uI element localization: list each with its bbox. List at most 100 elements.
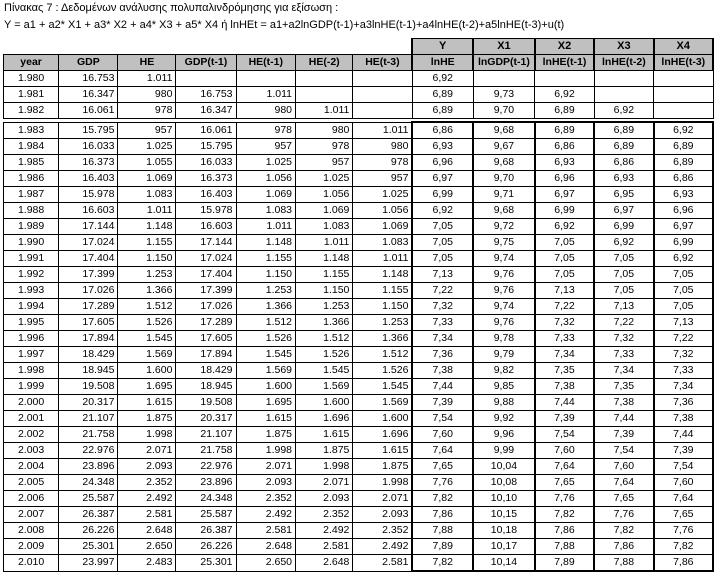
table-cell: 7,32 bbox=[593, 330, 655, 347]
table-cell: 7,34 bbox=[653, 378, 714, 395]
table-cell: 7,86 bbox=[534, 522, 596, 539]
table-cell: 1.011 bbox=[295, 102, 354, 119]
table-cell: 7,88 bbox=[411, 522, 475, 539]
table-cell: 2.352 bbox=[295, 506, 354, 523]
table-cell: 9,82 bbox=[472, 362, 536, 379]
table-cell: 2.003 bbox=[2, 442, 60, 459]
table-cell: 7,88 bbox=[593, 554, 655, 572]
table-cell: 9,78 bbox=[472, 330, 536, 347]
table-row: 1.995 17.605 1.526 17.289 1.512 1.366 1.253 7,3… bbox=[2, 314, 714, 331]
variable-label-cell: X3 bbox=[593, 38, 655, 55]
table-cell: 1.545 bbox=[117, 330, 177, 347]
table-cell: 1.155 bbox=[235, 250, 297, 267]
table-row: 1.985 16.373 1.055 16.033 1.025 957 978 6,96 9,6… bbox=[2, 154, 714, 171]
table-cell: 6,89 bbox=[593, 121, 655, 139]
table-cell: 7,32 bbox=[653, 346, 714, 363]
table-cell bbox=[235, 70, 297, 87]
table-cell: 6,97 bbox=[534, 186, 596, 203]
variable-label-cell: X4 bbox=[653, 38, 714, 55]
table-cell: 7,33 bbox=[653, 362, 714, 379]
table-cell: 7,38 bbox=[593, 394, 655, 411]
table-cell: 9,67 bbox=[472, 138, 536, 155]
table-cell: 1.875 bbox=[295, 442, 354, 459]
table-cell: 1.600 bbox=[352, 410, 413, 427]
table-cell: 7,38 bbox=[411, 362, 475, 379]
table-cell: 16.373 bbox=[58, 154, 119, 171]
column-header-cell: lnGDP(t-1) bbox=[472, 54, 536, 71]
table-cell: 1.366 bbox=[235, 298, 297, 315]
table-cell: 7,35 bbox=[593, 378, 655, 395]
table-cell: 6,92 bbox=[653, 121, 714, 139]
table-cell: 9,75 bbox=[472, 234, 536, 251]
table-cell: 7,65 bbox=[534, 474, 596, 491]
table-cell: 24.348 bbox=[175, 490, 237, 507]
table-cell: 26.226 bbox=[175, 538, 237, 555]
table-cell: 17.144 bbox=[175, 234, 237, 251]
table-cell: 17.026 bbox=[175, 298, 237, 315]
table-cell: 7,76 bbox=[534, 490, 596, 507]
table-cell: 7,34 bbox=[411, 330, 475, 347]
table-cell: 6,89 bbox=[534, 102, 595, 119]
table-cell: 1.569 bbox=[235, 362, 297, 379]
table-cell: 2.093 bbox=[235, 474, 297, 491]
column-header-cell: GDP bbox=[58, 54, 119, 71]
table-cell: 16.347 bbox=[58, 86, 119, 103]
table-cell: 19.508 bbox=[175, 394, 237, 411]
table-cell: 18.429 bbox=[175, 362, 237, 379]
table-cell: 1.512 bbox=[117, 298, 177, 315]
table-cell: 1.545 bbox=[295, 362, 354, 379]
table-cell: 9,79 bbox=[472, 346, 536, 363]
table-cell: 7,22 bbox=[593, 314, 655, 331]
table-cell: 1.990 bbox=[2, 234, 60, 251]
table-cell: 7,65 bbox=[653, 506, 714, 523]
table-cell: 1.996 bbox=[2, 330, 60, 347]
table-cell: 7,76 bbox=[411, 474, 475, 491]
table-cell: 2.071 bbox=[295, 474, 354, 491]
table-cell: 7,65 bbox=[593, 490, 655, 507]
table-cell: 1.512 bbox=[352, 346, 413, 363]
table-cell: 1.083 bbox=[295, 218, 354, 235]
table-cell: 7,44 bbox=[411, 378, 475, 395]
table-cell: 6,89 bbox=[653, 154, 714, 171]
table-cell: 9,76 bbox=[472, 282, 536, 299]
table-cell: 1.056 bbox=[352, 202, 413, 219]
table-cell bbox=[534, 70, 595, 87]
table-cell: 1.083 bbox=[117, 186, 177, 203]
blank-cell bbox=[236, 38, 296, 55]
table-caption: Πίνακας 7 : Δεδομένων ανάλυσης πολυπαλιν… bbox=[4, 2, 339, 14]
table-cell: 980 bbox=[295, 121, 354, 139]
table-cell bbox=[295, 86, 354, 103]
table-cell: 7,05 bbox=[653, 298, 714, 315]
table-cell: 1.055 bbox=[117, 154, 177, 171]
table-cell: 6,93 bbox=[653, 186, 714, 203]
table-cell: 9,99 bbox=[472, 442, 536, 459]
table-cell: 1.148 bbox=[117, 218, 177, 235]
table-cell: 2.009 bbox=[2, 538, 60, 555]
table-cell: 1.998 bbox=[235, 442, 297, 459]
column-header-cell: HE bbox=[117, 54, 177, 71]
table-cell: 17.894 bbox=[58, 330, 119, 347]
table-cell: 978 bbox=[117, 102, 177, 119]
table-cell: 7,39 bbox=[653, 442, 714, 459]
table-cell: 17.289 bbox=[175, 314, 237, 331]
table-cell: 7,39 bbox=[593, 426, 655, 443]
table-cell: 16.403 bbox=[58, 170, 119, 187]
table-cell: 2.492 bbox=[117, 490, 177, 507]
table-cell: 22.976 bbox=[175, 458, 237, 475]
table-cell: 7,05 bbox=[534, 250, 596, 267]
table-cell: 2.093 bbox=[117, 458, 177, 475]
table-cell: 9,71 bbox=[472, 186, 536, 203]
table-cell: 7,34 bbox=[534, 346, 596, 363]
table-cell: 1.011 bbox=[117, 70, 177, 87]
table-cell bbox=[352, 70, 413, 87]
table-cell: 21.107 bbox=[175, 426, 237, 443]
table-cell: 25.587 bbox=[58, 490, 119, 507]
table-cell: 1.150 bbox=[352, 298, 413, 315]
table-cell: 26.387 bbox=[58, 506, 119, 523]
table-row: 1.997 18.429 1.569 17.894 1.545 1.526 1.512 7,3… bbox=[2, 346, 714, 363]
table-row: 1.990 17.024 1.155 17.144 1.148 1.011 1.083 7,0… bbox=[2, 234, 714, 251]
table-cell: 9,92 bbox=[472, 410, 536, 427]
table-cell: 1.011 bbox=[117, 202, 177, 219]
table-row: 2.006 25.587 2.492 24.348 2.352 2.093 2.071 7,8… bbox=[2, 490, 714, 507]
table-cell: 23.896 bbox=[175, 474, 237, 491]
